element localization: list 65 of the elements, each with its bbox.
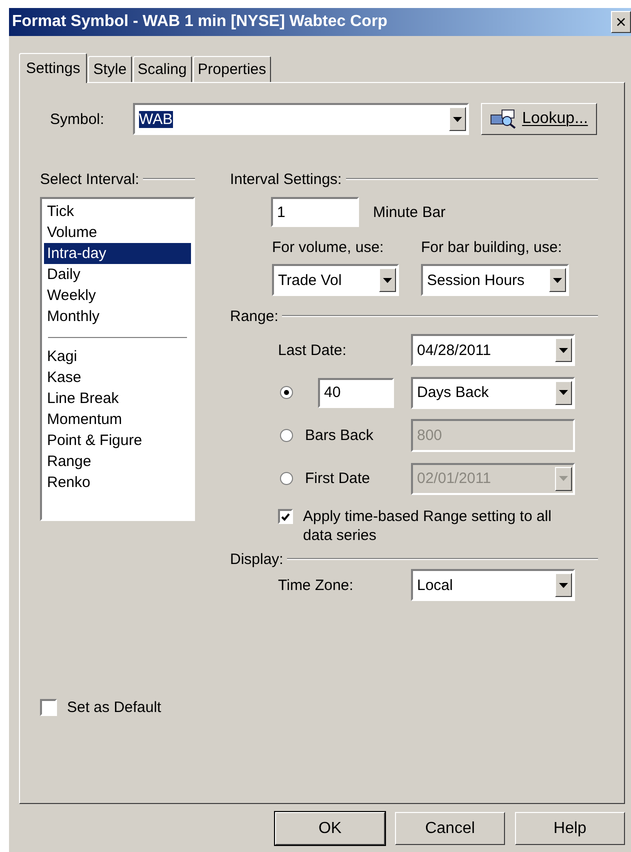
- last-date-dropdown[interactable]: 04/28/2011: [411, 334, 575, 366]
- lookup-button[interactable]: Lookup...: [481, 103, 597, 135]
- list-item[interactable]: Intra-day: [44, 243, 191, 264]
- checkbox-label: Apply time-based Range setting to all data series: [303, 507, 552, 545]
- list-item[interactable]: Line Break: [44, 388, 191, 409]
- dropdown-button[interactable]: [549, 268, 566, 292]
- check-icon: [281, 512, 290, 520]
- dropdown-button[interactable]: [449, 107, 466, 131]
- caret-icon: [383, 278, 392, 282]
- checkbox-label: Set as Default: [67, 699, 162, 716]
- checkbox[interactable]: [278, 509, 293, 524]
- dropdown-button[interactable]: [555, 338, 572, 362]
- time-zone-dropdown[interactable]: Local: [411, 569, 575, 601]
- dropdown-button[interactable]: [555, 573, 572, 597]
- list-item[interactable]: Renko: [44, 472, 191, 493]
- list-item[interactable]: Momentum: [44, 409, 191, 430]
- range-dropdown[interactable]: Days Back: [411, 376, 575, 408]
- symbol-label: Symbol:: [50, 110, 106, 128]
- tab[interactable]: Settings: [19, 53, 88, 83]
- volume-dropdown[interactable]: Trade Vol: [272, 264, 399, 296]
- list-item[interactable]: Kagi: [44, 346, 191, 367]
- caret-icon: [559, 476, 568, 481]
- list-item[interactable]: Volume: [44, 222, 191, 243]
- section-label: Select Interval:: [40, 170, 140, 188]
- interval-list[interactable]: Tick Volume Intra-day Daily Weekly Monthly Kagi Kase Line Break Momentum Point & Figure Range Renko: [40, 197, 195, 521]
- tab[interactable]: Properties: [192, 56, 272, 82]
- radio-label: First Date: [305, 470, 370, 487]
- bar-building-label: For bar building, use:: [421, 239, 563, 256]
- radio-label: Bars Back: [305, 427, 374, 444]
- caret-icon: [553, 278, 562, 282]
- time-zone-label: Time Zone:: [278, 576, 354, 594]
- dropdown-button[interactable]: [379, 268, 396, 292]
- list-item[interactable]: Tick: [44, 201, 191, 222]
- radio-button[interactable]: [280, 386, 293, 399]
- caret-icon: [559, 582, 568, 588]
- list-item[interactable]: Daily: [44, 264, 191, 285]
- list-item[interactable]: Range: [44, 451, 191, 472]
- dialog-button[interactable]: OK: [275, 812, 385, 845]
- dropdown-button[interactable]: [555, 380, 572, 404]
- symbol-combo[interactable]: WAB: [133, 103, 469, 135]
- tab[interactable]: Style: [88, 56, 132, 82]
- checkbox[interactable]: [40, 699, 57, 716]
- caret-icon: [559, 390, 568, 395]
- input-field[interactable]: 40: [318, 378, 394, 408]
- last-date-label: Last Date:: [278, 342, 348, 358]
- search-icon: [490, 109, 518, 129]
- tab[interactable]: Scaling: [132, 56, 192, 82]
- list-item[interactable]: Weekly: [44, 285, 191, 306]
- close-button[interactable]: ×: [611, 11, 631, 33]
- volume-label: For volume, use:: [272, 239, 385, 256]
- section-label: Interval Settings:: [230, 170, 342, 188]
- unit-label: Minute Bar: [373, 204, 446, 220]
- interval-field[interactable]: 1: [271, 197, 359, 227]
- symbol-value: WAB: [139, 110, 173, 128]
- bar-building-dropdown[interactable]: Session Hours: [421, 264, 569, 296]
- list-item[interactable]: Kase: [44, 367, 191, 388]
- list-item[interactable]: Monthly: [44, 306, 191, 327]
- list-item[interactable]: Point & Figure: [44, 430, 191, 451]
- dialog-button[interactable]: Cancel: [395, 812, 505, 845]
- window-title: Format Symbol - WAB 1 min [NYSE] Wabtec Corp: [12, 13, 388, 31]
- section-label: Display:: [230, 550, 284, 568]
- caret-icon: [453, 116, 462, 122]
- caret-icon: [559, 348, 568, 352]
- section-label: Range:: [230, 308, 278, 324]
- dialog-button[interactable]: Help: [515, 812, 625, 845]
